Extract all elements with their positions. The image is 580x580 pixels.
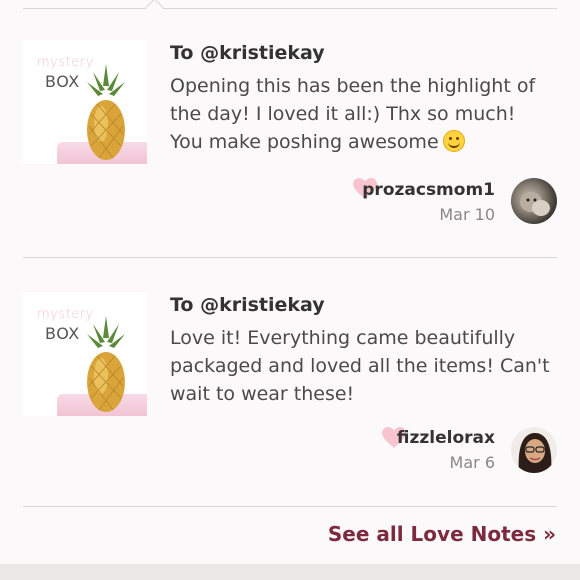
thumbnail-box-text: BOX	[45, 72, 80, 91]
note-date: Mar 6	[449, 453, 495, 472]
note-message-text: Opening this has been the highlight of t…	[170, 75, 536, 153]
note-divider	[23, 506, 557, 507]
note-message: Opening this has been the highlight of t…	[170, 72, 550, 156]
avatar[interactable]	[511, 427, 557, 473]
avatar-photo	[520, 192, 550, 216]
note-message-text: Love it! Everything came beautifully pac…	[170, 327, 550, 405]
pineapple-icon	[87, 316, 125, 412]
recipient-line: To @kristiekay	[170, 42, 325, 64]
avatar[interactable]	[511, 178, 557, 224]
top-notch-indicator	[145, 0, 164, 17]
sender-username[interactable]: prozacsmom1	[362, 180, 495, 200]
note-date: Mar 10	[439, 205, 495, 224]
listing-thumbnail[interactable]: mystery BOX	[23, 40, 147, 164]
love-note-card: mystery BOX To @kristiekay Opening this …	[23, 18, 557, 258]
top-divider	[23, 8, 557, 9]
note-divider	[23, 257, 557, 258]
thumbnail-box-text: BOX	[45, 324, 80, 343]
pineapple-icon	[87, 64, 125, 160]
sender-username[interactable]: fizzlelorax	[397, 428, 495, 448]
bottom-bar	[0, 564, 580, 580]
avatar-photo	[518, 433, 552, 473]
smiling-face-icon	[442, 130, 465, 152]
listing-thumbnail[interactable]: mystery BOX	[23, 292, 147, 416]
recipient-line: To @kristiekay	[170, 294, 325, 316]
love-note-card: mystery BOX To @kristiekay Love it! Ever…	[23, 270, 557, 510]
note-message: Love it! Everything came beautifully pac…	[170, 324, 550, 408]
see-all-love-notes-link[interactable]: See all Love Notes »	[328, 522, 556, 546]
